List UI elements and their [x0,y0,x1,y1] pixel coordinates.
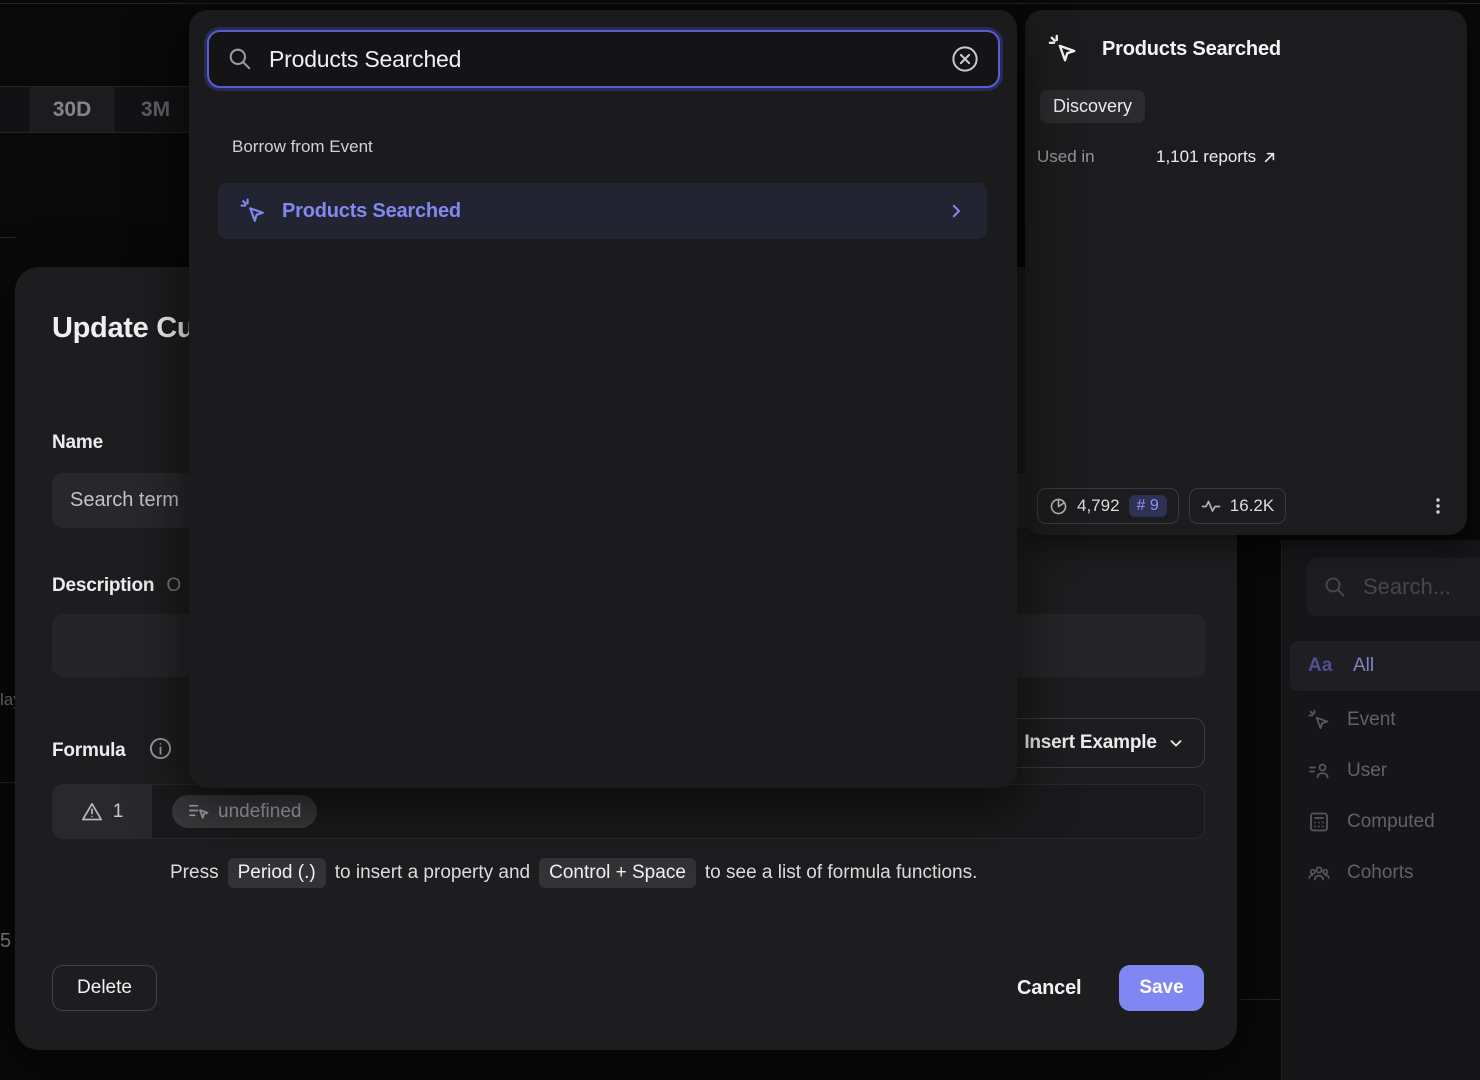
delete-button[interactable]: Delete [52,965,157,1011]
formula-label: Formula [52,740,126,762]
formula-hint: Press Period (.) to insert a property an… [170,858,977,888]
background-divider [0,237,15,238]
event-detail-panel: Products Searched Discovery Used in 1,10… [1025,10,1467,535]
event-icon [1308,709,1330,731]
background-divider [1240,999,1280,1000]
cancel-button[interactable]: Cancel [1001,965,1097,1011]
used-in-label: Used in [1037,147,1156,167]
formula-field: 1 undefined [52,784,1205,839]
sidebar-item-all[interactable]: Aa All [1290,641,1480,691]
warning-icon [81,801,103,823]
more-options-button[interactable] [1420,490,1456,522]
sidebar-item-label: Event [1347,709,1396,731]
save-button[interactable]: Save [1119,965,1204,1011]
time-range-3m[interactable]: 3M [113,87,197,132]
sidebar-item-user[interactable]: User [1290,746,1480,796]
background-divider [0,3,1480,4]
search-input-wrapper [207,30,1000,88]
event-icon [240,198,266,224]
activity-icon [1201,496,1221,516]
computed-icon [1308,811,1330,833]
hint-text: to see a list of formula functions. [705,862,977,884]
list-cursor-icon [188,801,209,822]
property-type-sidebar: Search... Aa All Event User Computed [1281,540,1480,1080]
cohorts-icon [1308,862,1330,884]
name-label: Name [52,432,103,454]
background-divider [0,782,15,783]
insert-example-button[interactable]: Insert Example [1004,718,1205,768]
time-range-7d[interactable]: D [0,87,30,132]
background-number-fragment: 5 [0,930,11,953]
kbd-control-space: Control + Space [539,858,696,888]
sidebar-item-computed[interactable]: Computed [1290,797,1480,847]
formula-warning-badge[interactable]: 1 [52,784,152,839]
hint-text: to insert a property and [335,862,530,884]
formula-property-chip[interactable]: undefined [172,795,317,828]
time-range-selector: D 30D 3M [0,86,198,133]
info-icon[interactable] [148,736,173,766]
search-icon [227,46,253,72]
event-count: 4,792 [1077,496,1120,516]
search-result-products-searched[interactable]: Products Searched [218,183,987,239]
arrow-up-right-icon [1263,151,1276,164]
insert-example-label: Insert Example [1024,732,1156,754]
sidebar-item-label: All [1353,655,1374,677]
sidebar-item-label: Cohorts [1347,862,1414,884]
sidebar-search-placeholder: Search... [1363,574,1451,600]
formula-chip-label: undefined [218,801,301,823]
event-volume-pill[interactable]: 16.2K [1189,488,1286,524]
description-label: Description [52,575,154,597]
search-input[interactable] [269,46,934,73]
event-title: Products Searched [1102,38,1281,61]
event-icon [1048,34,1078,64]
used-in-reports-link[interactable]: 1,101 reports [1156,147,1276,167]
event-volume: 16.2K [1230,496,1274,516]
property-search-overlay: Borrow from Event Products Searched [189,10,1017,788]
sidebar-item-cohorts[interactable]: Cohorts [1290,848,1480,898]
chevron-right-icon [947,202,965,220]
user-icon [1308,760,1330,782]
event-rank-badge: # 9 [1129,495,1167,517]
pie-chart-icon [1049,497,1068,516]
tag-badge: Discovery [1040,90,1145,123]
sidebar-item-event[interactable]: Event [1290,695,1480,745]
aa-icon: Aa [1308,655,1336,677]
formula-input[interactable]: undefined [152,784,1205,839]
clear-search-button[interactable] [950,44,980,74]
search-result-label: Products Searched [282,200,931,223]
sidebar-item-label: Computed [1347,811,1435,833]
sidebar-item-label: User [1347,760,1387,782]
modal-title: Update Cu [52,312,194,345]
description-optional-label: O [166,575,181,597]
time-range-30d[interactable]: 30D [30,87,113,132]
event-count-pill[interactable]: 4,792 # 9 [1037,488,1179,524]
used-in-value: 1,101 reports [1156,147,1256,167]
chevron-down-icon [1167,734,1185,752]
search-icon [1323,575,1347,599]
hint-text: Press [170,862,219,884]
section-header-borrow-from-event: Borrow from Event [232,137,373,157]
close-circle-icon [950,44,980,74]
warning-count: 1 [113,801,124,823]
kebab-icon [1428,496,1448,516]
kbd-period: Period (.) [228,858,326,888]
sidebar-search-input[interactable]: Search... [1306,558,1480,616]
